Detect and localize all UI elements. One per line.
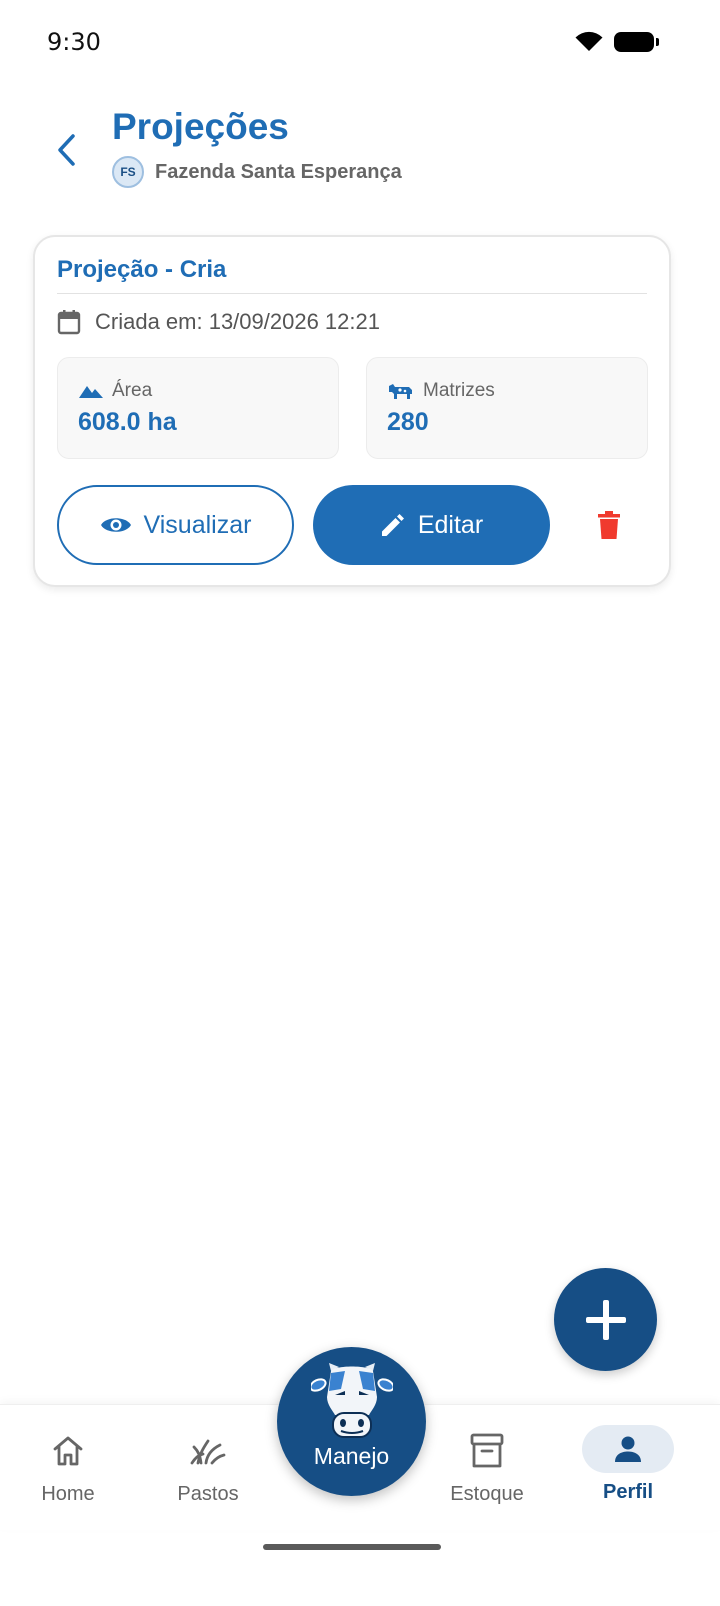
farm-selector[interactable]: FS Fazenda Santa Esperança: [112, 156, 402, 188]
nav-estoque[interactable]: Estoque: [417, 1405, 557, 1531]
created-row: Criada em: 13/09/2026 12:21: [57, 309, 380, 335]
nav-pastos[interactable]: Pastos: [138, 1405, 278, 1531]
back-button[interactable]: [44, 128, 88, 172]
cow-head-icon: [310, 1363, 393, 1438]
pencil-icon: [381, 514, 404, 536]
matrizes-label: Matrizes: [423, 380, 495, 401]
battery-icon: [614, 32, 659, 52]
nav-perfil[interactable]: Perfil: [558, 1405, 698, 1531]
projection-card: Projeção - Cria Criada em: 13/09/2026 12…: [33, 235, 671, 587]
farm-badge: FS: [112, 156, 144, 188]
calendar-icon: [57, 310, 81, 335]
matrizes-stat: Matrizes 280: [366, 357, 648, 459]
area-label: Área: [112, 380, 153, 401]
archive-icon: [470, 1433, 504, 1468]
farm-name: Fazenda Santa Esperança: [155, 160, 402, 183]
status-bar: 9:30: [0, 0, 720, 88]
nav-pastos-label: Pastos: [177, 1483, 239, 1505]
trash-icon: [598, 511, 620, 539]
status-time: 9:30: [47, 28, 101, 56]
chevron-left-icon: [58, 134, 75, 166]
cow-icon: [389, 384, 412, 399]
manejo-button[interactable]: Manejo: [277, 1347, 426, 1496]
home-indicator[interactable]: [263, 1544, 441, 1550]
grass-icon: [190, 1439, 226, 1465]
nav-estoque-label: Estoque: [450, 1483, 524, 1505]
wifi-icon: [575, 31, 603, 51]
visualizar-button[interactable]: Visualizar: [57, 485, 294, 565]
created-date: Criada em: 13/09/2026 12:21: [95, 309, 380, 334]
nav-home[interactable]: Home: [0, 1405, 138, 1531]
delete-button[interactable]: [587, 503, 631, 547]
area-stat: Área 608.0 ha: [57, 357, 339, 459]
home-icon: [53, 1436, 83, 1466]
projection-title: Projeção - Cria: [57, 256, 227, 283]
card-divider: [57, 293, 647, 294]
add-projection-button[interactable]: [554, 1268, 657, 1371]
nav-home-label: Home: [41, 1483, 95, 1505]
page-title: Projeções: [112, 106, 289, 147]
matrizes-value: 280: [387, 408, 429, 436]
page-header: Projeções FS Fazenda Santa Esperança: [0, 100, 720, 200]
editar-button[interactable]: Editar: [313, 485, 550, 565]
manejo-label: Manejo: [313, 1443, 390, 1469]
nav-perfil-label: Perfil: [602, 1481, 654, 1503]
area-value: 608.0 ha: [78, 408, 177, 436]
eye-icon: [100, 518, 131, 532]
visualizar-label: Visualizar: [143, 510, 252, 539]
terrain-icon: [79, 386, 103, 398]
plus-icon: [585, 1299, 626, 1340]
editar-label: Editar: [417, 510, 484, 539]
person-icon: [615, 1436, 641, 1462]
